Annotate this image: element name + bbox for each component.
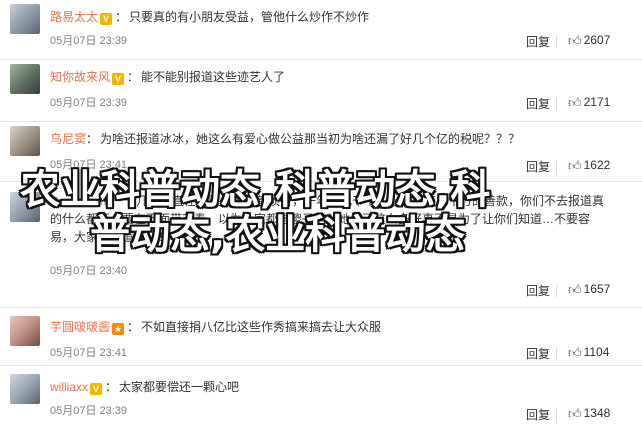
like-count: 1348	[583, 406, 611, 420]
comment-text: 为啥还报道冰冰，她这么有爱心做公益那当初为啥还漏了好几个亿的税呢？？？	[100, 132, 521, 146]
comment-time: 05月07日 23:40	[50, 265, 128, 277]
reply-button[interactable]: 回复	[526, 345, 550, 362]
verified-v-icon: ★	[112, 323, 125, 335]
reply-button[interactable]: 回复	[526, 95, 550, 112]
thumbs-up-icon: 👍︎	[568, 95, 582, 110]
thumbs-up-icon: 👍︎	[568, 345, 582, 360]
separator: ：	[127, 320, 140, 334]
like-button[interactable]: 👍︎ 1657	[568, 282, 610, 298]
like-button[interactable]: 👍︎ 1104	[568, 345, 609, 361]
comment-text: 不如直接捐八亿比这些作秀搞来搞去让大众服	[141, 320, 382, 334]
watermark-overlay-text: 农业科普动态,科普动态,科 普动态,农业科普动态	[20, 168, 630, 258]
comment-text: 能不能别报道这些迹艺人了	[141, 70, 286, 84]
divider	[556, 348, 557, 360]
username-link[interactable]: williaxx	[50, 380, 88, 394]
username-link[interactable]: 路易太太	[50, 10, 98, 24]
avatar[interactable]	[10, 126, 40, 156]
comment-item: 路易太太 V：只要真的有小朋友受益，管他什么炒作不炒作 05月07日 23:39 …	[0, 0, 642, 60]
thumbs-up-icon: 👍︎	[568, 282, 582, 297]
thumbs-up-icon: 👍︎	[568, 33, 582, 48]
overlay-line-1: 农业科普动态,科普动态,科	[20, 167, 491, 213]
avatar[interactable]	[10, 4, 40, 34]
comment-time: 05月07日 23:39	[50, 405, 128, 417]
like-count: 1657	[583, 282, 611, 296]
reply-button[interactable]: 回复	[526, 33, 550, 50]
separator: ：	[105, 380, 118, 394]
username-link[interactable]: 芋圆啵啵酱	[50, 320, 110, 334]
avatar[interactable]	[10, 374, 40, 404]
comment-time: 05月07日 23:41	[50, 347, 128, 359]
comment-item: 知你故来风 V：能不能别报道这些迹艺人了 05月07日 23:39 回复 👍︎ 21…	[0, 60, 642, 122]
divider	[556, 285, 557, 297]
separator: ：	[115, 10, 128, 24]
divider	[556, 98, 557, 110]
separator: ：	[127, 70, 140, 84]
avatar[interactable]	[10, 64, 40, 94]
username-link[interactable]: 乌尼窦	[50, 132, 86, 146]
like-count: 1104	[583, 345, 610, 359]
like-count: 2607	[583, 33, 611, 47]
like-button[interactable]: 👍︎ 1348	[568, 406, 610, 422]
comment-item: williaxx V：太家都要偿还一颗心吧 05月07日 23:39 回复 👍︎ 1…	[0, 366, 642, 424]
comment-line: 知你故来风 V：能不能别报道这些迹艺人了	[50, 68, 285, 86]
thumbs-up-icon: 👍︎	[568, 406, 582, 421]
comment-text: 太家都要偿还一颗心吧	[119, 380, 240, 394]
comment-item: 芋圆啵啵酱 ★：不如直接捐八亿比这些作秀搞来搞去让大众服 05月07日 23:41…	[0, 308, 642, 366]
like-button[interactable]: 👍︎ 2171	[568, 95, 610, 111]
like-button[interactable]: 👍︎ 2607	[568, 33, 610, 49]
comment-time: 05月07日 23:39	[50, 97, 128, 109]
reply-button[interactable]: 回复	[526, 282, 550, 299]
username-link[interactable]: 知你故来风	[50, 70, 110, 84]
comment-line: williaxx V：太家都要偿还一颗心吧	[50, 378, 239, 396]
comment-line: 路易太太 V：只要真的有小朋友受益，管他什么炒作不炒作	[50, 8, 369, 26]
comment-time: 05月07日 23:39	[50, 35, 128, 47]
overlay-line-2: 普动态,农业科普动态	[90, 212, 466, 258]
divider	[556, 36, 557, 48]
avatar[interactable]	[10, 316, 40, 346]
comment-text: 只要真的有小朋友受益，管他什么炒作不炒作	[129, 10, 370, 24]
verified-v-icon: V	[112, 73, 125, 85]
comment-line: 芋圆啵啵酱 ★：不如直接捐八亿比这些作秀搞来搞去让大众服	[50, 318, 381, 336]
reply-button[interactable]: 回复	[526, 406, 550, 423]
comment-line: 乌尼窦： 为啥还报道冰冰，她这么有爱心做公益那当初为啥还漏了好几个亿的税呢？？？	[50, 130, 520, 148]
separator: ：	[86, 132, 99, 146]
like-count: 2171	[583, 95, 611, 109]
verified-v-icon: V	[90, 383, 103, 395]
verified-v-icon: V	[100, 13, 113, 25]
divider	[556, 409, 557, 421]
